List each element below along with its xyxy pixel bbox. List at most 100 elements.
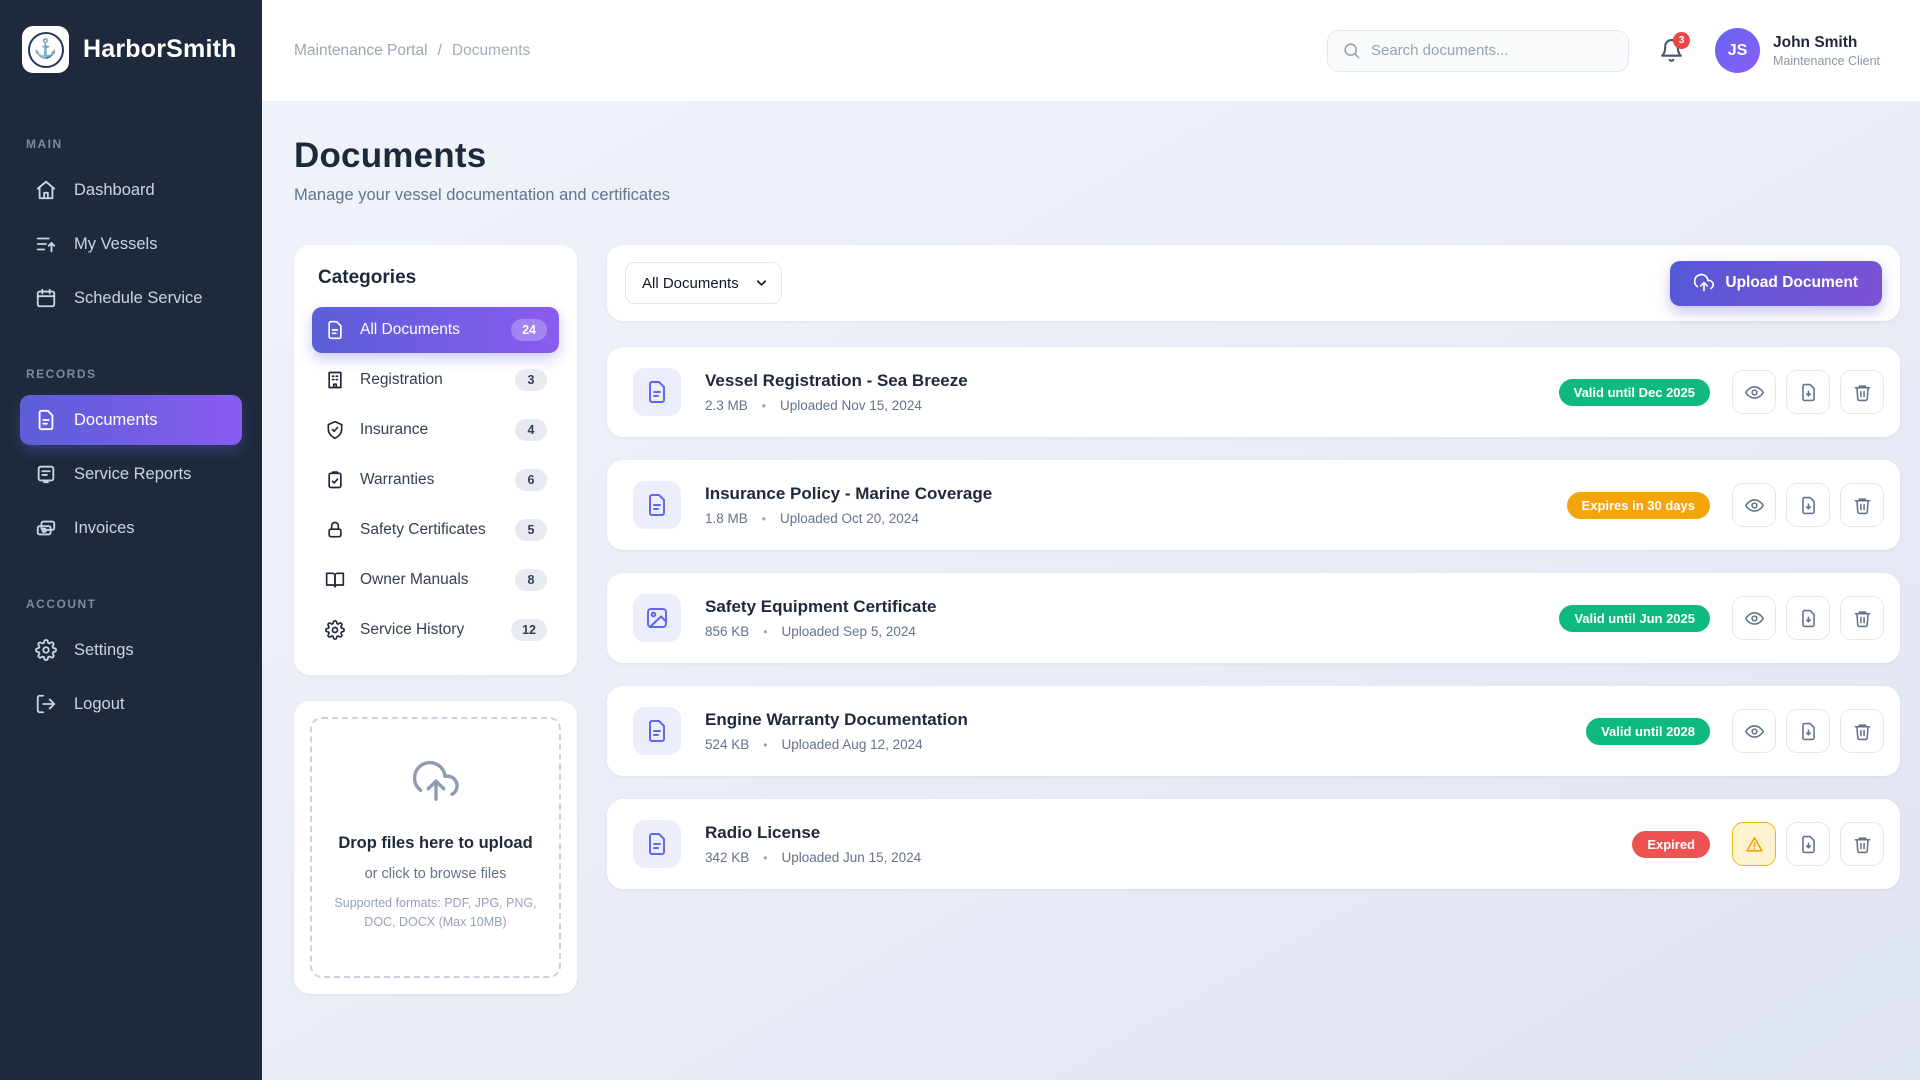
- document-size: 1.8 MB: [705, 511, 748, 526]
- upload-document-button[interactable]: Upload Document: [1670, 261, 1882, 306]
- view-button[interactable]: [1732, 709, 1776, 753]
- document-row: Radio License 342 KB • Uploaded Jun 15, …: [607, 799, 1900, 889]
- sidebar-item-logout[interactable]: Logout: [20, 679, 242, 729]
- expired-warning-button[interactable]: [1732, 822, 1776, 866]
- document-icon: [34, 408, 58, 432]
- delete-button[interactable]: [1840, 596, 1884, 640]
- search-box: [1327, 30, 1629, 72]
- sidebar-item-documents[interactable]: Documents: [20, 395, 242, 445]
- category-count-badge: 6: [515, 469, 547, 491]
- status-badge: Valid until Dec 2025: [1559, 379, 1710, 406]
- document-title[interactable]: Radio License: [705, 823, 1632, 843]
- category-count-badge: 4: [515, 419, 547, 441]
- lock-icon: [324, 519, 346, 541]
- file-download-icon: [1799, 609, 1818, 628]
- calendar-icon: [34, 286, 58, 310]
- file-text-icon: [633, 481, 681, 529]
- document-row: Vessel Registration - Sea Breeze 2.3 MB …: [607, 347, 1900, 437]
- vessel-list-icon: [34, 232, 58, 256]
- view-button[interactable]: [1732, 596, 1776, 640]
- brand[interactable]: ⚓ HarborSmith: [20, 26, 242, 73]
- nav-section-account: ACCOUNT Settings Logout: [20, 591, 242, 733]
- meta-separator: •: [762, 399, 766, 413]
- category-warranties[interactable]: Warranties 6: [312, 457, 559, 503]
- category-label: All Documents: [360, 321, 497, 339]
- sidebar-item-settings[interactable]: Settings: [20, 625, 242, 675]
- anchor-logo-icon: ⚓: [28, 32, 64, 68]
- status-badge: Expires in 30 days: [1567, 492, 1710, 519]
- document-uploaded: Uploaded Jun 15, 2024: [782, 850, 922, 865]
- delete-button[interactable]: [1840, 822, 1884, 866]
- category-label: Warranties: [360, 471, 501, 489]
- upload-button-label: Upload Document: [1725, 274, 1858, 292]
- download-button[interactable]: [1786, 370, 1830, 414]
- category-all-documents[interactable]: All Documents 24: [312, 307, 559, 353]
- delete-button[interactable]: [1840, 370, 1884, 414]
- category-label: Insurance: [360, 421, 501, 439]
- document-filter-select[interactable]: All Documents: [625, 262, 782, 304]
- category-label: Safety Certificates: [360, 521, 501, 539]
- category-service-history[interactable]: Service History 12: [312, 607, 559, 653]
- dropzone-formats: Supported formats: PDF, JPG, PNG, DOC, D…: [330, 894, 541, 932]
- document-uploaded: Uploaded Oct 20, 2024: [780, 511, 919, 526]
- file-download-icon: [1799, 496, 1818, 515]
- category-owner-manuals[interactable]: Owner Manuals 8: [312, 557, 559, 603]
- sidebar-item-label: Dashboard: [74, 181, 155, 200]
- sidebar-item-service-reports[interactable]: Service Reports: [20, 449, 242, 499]
- category-registration[interactable]: Registration 3: [312, 357, 559, 403]
- upload-cloud-icon: [1694, 273, 1714, 293]
- download-button[interactable]: [1786, 483, 1830, 527]
- sidebar-item-my-vessels[interactable]: My Vessels: [20, 219, 242, 269]
- meta-separator: •: [763, 851, 767, 865]
- user-name: John Smith: [1773, 34, 1880, 52]
- sidebar-item-label: My Vessels: [74, 235, 157, 254]
- nav-section-records: RECORDS Documents Service Reports Invoic…: [20, 361, 242, 557]
- download-button[interactable]: [1786, 596, 1830, 640]
- status-badge: Expired: [1632, 831, 1710, 858]
- sidebar-item-label: Schedule Service: [74, 289, 202, 308]
- dropzone-title: Drop files here to upload: [330, 832, 541, 854]
- warning-triangle-icon: [1745, 835, 1764, 854]
- document-title[interactable]: Engine Warranty Documentation: [705, 710, 1586, 730]
- book-open-icon: [324, 569, 346, 591]
- file-dropzone[interactable]: Drop files here to upload or click to br…: [310, 717, 561, 978]
- file-download-icon: [1799, 383, 1818, 402]
- view-button[interactable]: [1732, 483, 1776, 527]
- document-title[interactable]: Safety Equipment Certificate: [705, 597, 1559, 617]
- harborsmith-logo: ⚓: [22, 26, 69, 73]
- sidebar-item-invoices[interactable]: Invoices: [20, 503, 242, 553]
- file-text-icon: [633, 707, 681, 755]
- document-title[interactable]: Insurance Policy - Marine Coverage: [705, 484, 1567, 504]
- breadcrumb-parent[interactable]: Maintenance Portal: [294, 42, 428, 60]
- file-text-icon: [633, 368, 681, 416]
- search-input[interactable]: [1371, 42, 1614, 59]
- user-role: Maintenance Client: [1773, 54, 1880, 68]
- brand-name: HarborSmith: [83, 35, 237, 64]
- home-icon: [34, 178, 58, 202]
- file-text-icon: [633, 820, 681, 868]
- delete-button[interactable]: [1840, 483, 1884, 527]
- download-button[interactable]: [1786, 822, 1830, 866]
- category-insurance[interactable]: Insurance 4: [312, 407, 559, 453]
- building-icon: [324, 369, 346, 391]
- avatar: JS: [1715, 28, 1760, 73]
- user-menu[interactable]: JS John Smith Maintenance Client: [1715, 28, 1880, 73]
- category-label: Owner Manuals: [360, 571, 501, 589]
- main-content: Documents Manage your vessel documentati…: [262, 102, 1920, 1080]
- eye-icon: [1745, 722, 1764, 741]
- sidebar-item-dashboard[interactable]: Dashboard: [20, 165, 242, 215]
- notifications-button[interactable]: 3: [1657, 36, 1687, 66]
- delete-button[interactable]: [1840, 709, 1884, 753]
- shield-check-icon: [324, 419, 346, 441]
- top-header: Maintenance Portal / Documents 3 JS John…: [262, 0, 1920, 102]
- document-title[interactable]: Vessel Registration - Sea Breeze: [705, 371, 1559, 391]
- category-count-badge: 5: [515, 519, 547, 541]
- sidebar-item-schedule-service[interactable]: Schedule Service: [20, 273, 242, 323]
- download-button[interactable]: [1786, 709, 1830, 753]
- document-size: 342 KB: [705, 850, 749, 865]
- document-row: Insurance Policy - Marine Coverage 1.8 M…: [607, 460, 1900, 550]
- category-safety-certificates[interactable]: Safety Certificates 5: [312, 507, 559, 553]
- documents-toolbar: All Documents Upload Document: [607, 245, 1900, 321]
- trash-icon: [1853, 609, 1872, 628]
- view-button[interactable]: [1732, 370, 1776, 414]
